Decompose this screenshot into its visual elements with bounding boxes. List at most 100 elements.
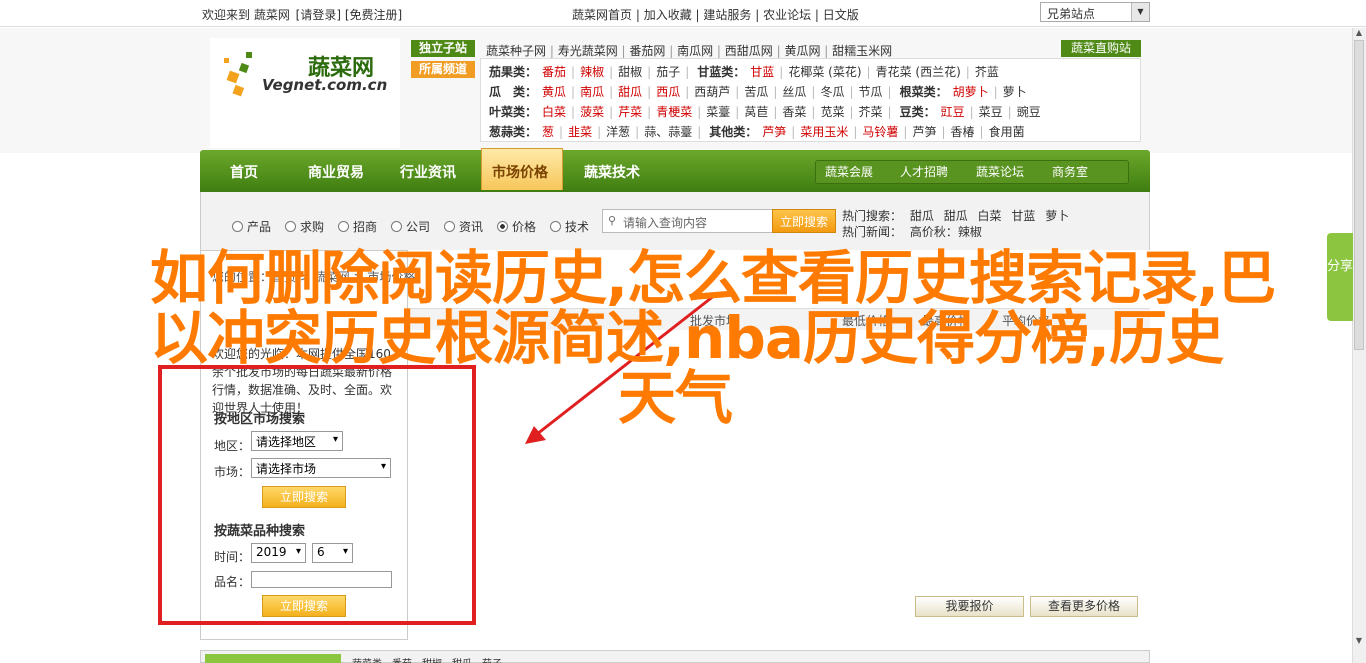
category-link[interactable]: 香椿 [951,125,975,139]
category-link[interactable]: 青花菜 (西兰花) [876,65,961,79]
report-price-button[interactable]: 我要报价 [915,596,1024,617]
logo-leaf-icon [224,52,252,97]
category-link[interactable]: 冬瓜 [820,85,844,99]
sub-site-link[interactable]: 蔬菜种子网 [486,44,546,58]
nav-jobs[interactable]: 人才招聘 [900,163,948,180]
category-link[interactable]: 芥菜 [859,105,883,119]
scroll-thumb[interactable] [1354,40,1364,350]
search-input[interactable]: ⚲ 请输入查询内容 [602,209,774,233]
radio-product[interactable]: 产品 [232,218,271,235]
hot-news-link[interactable]: 高价秋：辣椒 [910,225,982,239]
category-link[interactable]: 茄子 [656,65,680,79]
veg-direct-button[interactable]: 蔬菜直购站 [1061,40,1141,57]
category-link[interactable]: 苋菜 [820,105,844,119]
radio-company[interactable]: 公司 [391,218,430,235]
category-link[interactable]: 洋葱 [606,125,630,139]
category-link[interactable]: 白菜 [542,105,566,119]
radio-news[interactable]: 资讯 [444,218,483,235]
category-link[interactable]: 苦瓜 [744,85,768,99]
share-button[interactable]: 分享 [1327,233,1353,321]
category-link[interactable]: 莴苣 [744,105,768,119]
hot-search-link[interactable]: 甜瓜 [944,209,968,223]
category-link[interactable]: 芦笋 [912,125,936,139]
category-link[interactable]: 番茄 [542,65,566,79]
category-link[interactable]: 西瓜 [656,85,680,99]
category-link[interactable]: 菜薹 [706,105,730,119]
search-icon: ⚲ [608,214,617,227]
category-link[interactable]: 丝瓜 [782,85,806,99]
category-row: 叶菜类： 白菜 | 菠菜 | 芹菜 | 青梗菜 | 菜薹 | 莴苣 | 香菜 | 苋菜 | 芥菜 | 豆类： 豇豆 | 菜豆… [489,105,1041,119]
category-link[interactable]: 芦笋 [762,125,786,139]
category-link[interactable]: 青梗菜 [656,105,692,119]
category-link[interactable]: 菠菜 [580,105,604,119]
top-link-home[interactable]: 蔬菜网首页 [572,8,632,22]
top-link-forum[interactable]: 农业论坛 [763,8,811,22]
category-link[interactable]: 甘蓝 [750,65,774,79]
category-link[interactable]: 黄瓜 [542,85,566,99]
category-head: 其他类： [709,125,758,139]
category-link[interactable]: 韭菜 [568,125,592,139]
radio-price[interactable]: 价格 [497,218,536,235]
hot-search-link[interactable]: 甘蓝 [1011,209,1035,223]
hot-search-link[interactable]: 甜瓜 [910,209,934,223]
more-prices-button[interactable]: 查看更多价格 [1030,596,1138,617]
category-link[interactable]: 节瓜 [859,85,883,99]
category-link[interactable]: 西葫芦 [694,85,730,99]
category-head: 葱蒜类： [489,125,538,139]
category-link[interactable]: 豌豆 [1017,105,1041,119]
nav-home[interactable]: 首页 [230,162,258,182]
register-link[interactable]: [免费注册] [345,8,402,22]
category-link[interactable]: 芥蓝 [975,65,999,79]
hot-search-link[interactable]: 萝卜 [1045,209,1069,223]
sub-site-link[interactable]: 西甜瓜网 [725,44,773,58]
category-link[interactable]: 香菜 [782,105,806,119]
radio-invest[interactable]: 招商 [338,218,377,235]
nav-technology[interactable]: 蔬菜技术 [584,162,640,182]
footer-tab [205,654,341,663]
category-link[interactable]: 马铃薯 [862,125,898,139]
scroll-down-icon[interactable]: ▼ [1352,636,1366,648]
category-link[interactable]: 甜椒 [618,65,642,79]
featured-channel-tag: 所属频道 [411,61,475,78]
sub-site-link[interactable]: 南瓜网 [677,44,713,58]
category-link[interactable]: 食用菌 [989,125,1025,139]
nav-forum[interactable]: 蔬菜论坛 [976,163,1024,180]
login-link[interactable]: [请登录] [296,8,341,22]
category-link[interactable]: 菜豆 [979,105,1003,119]
category-link[interactable]: 辣椒 [580,65,604,79]
category-link[interactable]: 花椰菜 (菜花) [788,65,861,79]
top-link-favorite[interactable]: 加入收藏 [644,8,692,22]
category-head: 甘蓝类： [697,65,746,79]
category-link[interactable]: 南瓜 [580,85,604,99]
sibling-site-select[interactable]: 兄弟站点 ▼ [1040,2,1150,22]
radio-tech[interactable]: 技术 [550,218,589,235]
welcome-text: 欢迎来到 蔬菜网 [202,8,290,22]
hot-searches: 热门搜索： 甜瓜 甜瓜 白菜 甘蓝 萝卜 [842,207,1069,224]
sub-site-link[interactable]: 黄瓜网 [784,44,820,58]
top-link-build[interactable]: 建站服务 [703,8,751,22]
category-link[interactable]: 葱 [542,125,554,139]
nav-trade[interactable]: 商业贸易 [308,162,364,182]
category-link[interactable]: 甜瓜 [618,85,642,99]
nav-business[interactable]: 商务室 [1052,163,1088,180]
radio-purchase[interactable]: 求购 [285,218,324,235]
category-link[interactable]: 菜用玉米 [800,125,848,139]
sub-site-link[interactable]: 寿光蔬菜网 [558,44,618,58]
sub-site-link[interactable]: 番茄网 [629,44,665,58]
category-head: 根菜类： [899,85,948,99]
scroll-up-icon[interactable]: ▲ [1352,28,1366,40]
category-link[interactable]: 蒜、蒜薹 [644,125,692,139]
overlay-headline: 如何删除阅读历史,怎么查看历史搜索记录,巴 以冲突历史根源简述,nba历史得分榜… [150,248,1290,428]
category-head: 豆类： [899,105,936,119]
hot-search-link[interactable]: 白菜 [978,209,1002,223]
nav-news[interactable]: 行业资讯 [400,162,456,182]
category-link[interactable]: 萝卜 [1003,85,1027,99]
search-button[interactable]: 立即搜索 [772,209,836,233]
top-bar: 欢迎来到 蔬菜网 [请登录] [免费注册] 蔬菜网首页 | 加入收藏 | 建站服… [0,0,1366,27]
category-link[interactable]: 豇豆 [941,105,965,119]
sub-site-link[interactable]: 甜糯玉米网 [832,44,892,58]
top-link-japanese[interactable]: 日文版 [823,8,859,22]
category-link[interactable]: 胡萝卜 [953,85,989,99]
category-link[interactable]: 芹菜 [618,105,642,119]
nav-expo[interactable]: 蔬菜会展 [825,163,873,180]
